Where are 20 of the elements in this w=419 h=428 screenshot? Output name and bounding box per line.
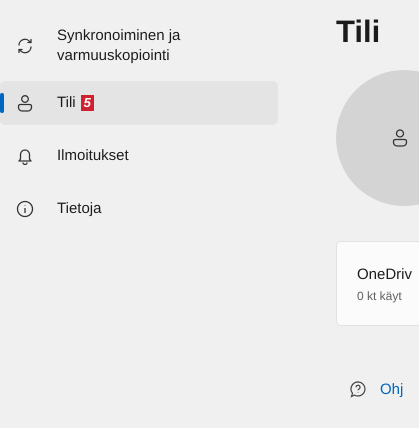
person-icon — [16, 94, 34, 112]
sync-icon — [16, 37, 34, 55]
number-badge: 5 — [80, 95, 94, 111]
bell-icon — [16, 147, 34, 165]
sidebar-item[interactable]: Tili 5 — [0, 81, 278, 125]
sidebar-label: Tili — [57, 93, 76, 113]
sidebar-item[interactable]: Tietoja — [0, 187, 278, 231]
sidebar-label: Tietoja — [57, 199, 102, 219]
page-title: Tili — [336, 13, 382, 51]
card-title: OneDriv — [357, 265, 414, 285]
sidebar-label: Ilmoitukset — [57, 146, 129, 166]
help-icon — [350, 381, 366, 398]
sidebar-label: Synkronoiminen ja varmuuskopiointi — [57, 26, 182, 66]
info-icon — [16, 200, 34, 218]
help-link[interactable]: Ohj — [380, 381, 404, 398]
person-icon — [391, 128, 409, 148]
storage-text: 0 kt käyt — [357, 288, 403, 304]
sidebar-item[interactable]: Ilmoitukset — [0, 134, 278, 178]
selection-indicator — [0, 93, 4, 113]
sidebar-item[interactable]: Synkronoiminen ja varmuuskopiointi — [0, 20, 278, 72]
